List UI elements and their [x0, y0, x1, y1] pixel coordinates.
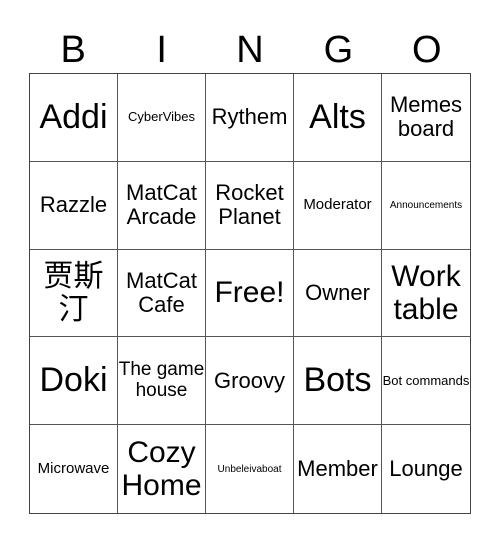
cell-label: Doki [39, 361, 108, 400]
cell-label: Alts [309, 97, 366, 136]
cell-label: Addi [39, 97, 108, 136]
bingo-cell[interactable]: Bots [294, 337, 382, 426]
bingo-cell[interactable]: Rythem [206, 74, 294, 162]
cell-label: The game house [118, 358, 205, 401]
header-letter-g: G [323, 29, 354, 71]
cell-label: 贾斯汀 [43, 259, 104, 326]
cell-label: Rythem [211, 104, 288, 130]
cell-label: Cozy Home [121, 436, 202, 503]
bingo-cell[interactable]: Work table [382, 250, 470, 338]
cell-label: Free! [214, 276, 285, 310]
header-letter-i: I [156, 29, 167, 71]
bingo-cell[interactable]: Groovy [206, 337, 294, 426]
cell-label: MatCat Arcade [126, 180, 197, 230]
cell-label: Owner [305, 279, 370, 305]
cell-label: Bot commands [382, 372, 470, 388]
bingo-cell[interactable]: The game house [118, 337, 206, 426]
bingo-cell[interactable]: Microwave [30, 425, 118, 513]
bingo-header: B I N G O [29, 26, 471, 74]
header-letter-n: N [236, 29, 264, 71]
cell-label: Unbeleivaboat [217, 463, 282, 475]
bingo-cell[interactable]: Announcements [382, 162, 470, 250]
cell-label: Memes board [389, 92, 463, 142]
cell-label: Work table [391, 259, 461, 326]
bingo-cell[interactable]: Unbeleivaboat [206, 425, 294, 513]
bingo-cell[interactable]: Alts [294, 74, 382, 162]
cell-label: Member [297, 456, 378, 481]
cell-label: Announcements [389, 199, 463, 211]
bingo-cell[interactable]: Member [294, 425, 382, 513]
cell-label: Microwave [37, 459, 110, 477]
bingo-cell[interactable]: MatCat Arcade [118, 161, 206, 250]
bingo-cell[interactable]: Memes board [382, 74, 470, 162]
cell-label: Bots [303, 361, 372, 400]
header-letter-o: O [412, 29, 442, 71]
cell-label: Razzle [39, 192, 108, 218]
cell-label: CyberVibes [128, 109, 195, 125]
cell-label: Groovy [214, 367, 285, 393]
bingo-cell[interactable]: Free! [206, 249, 294, 338]
cell-label: Rocket Planet [215, 180, 284, 230]
bingo-cell[interactable]: Doki [30, 337, 118, 426]
cell-label: MatCat Cafe [126, 267, 197, 317]
bingo-cell[interactable]: Lounge [382, 425, 470, 513]
bingo-cell[interactable]: Moderator [294, 161, 382, 250]
header-letter-b: B [60, 29, 86, 71]
cell-label: Lounge [389, 456, 463, 481]
bingo-cell[interactable]: Cozy Home [118, 425, 206, 513]
bingo-cell[interactable]: 贾斯汀 [30, 249, 118, 338]
bingo-cell[interactable]: Razzle [30, 161, 118, 250]
cell-label: Moderator [303, 195, 372, 213]
bingo-cell[interactable]: Owner [294, 249, 382, 338]
bingo-cell[interactable]: CyberVibes [118, 74, 206, 162]
bingo-cell[interactable]: Addi [30, 74, 118, 162]
bingo-grid: Addi CyberVibes Rythem Alts Memes board Razzl… [29, 73, 471, 514]
bingo-cell[interactable]: Rocket Planet [206, 161, 294, 250]
bingo-cell[interactable]: Bot commands [382, 337, 470, 426]
bingo-cell[interactable]: MatCat Cafe [118, 249, 206, 338]
